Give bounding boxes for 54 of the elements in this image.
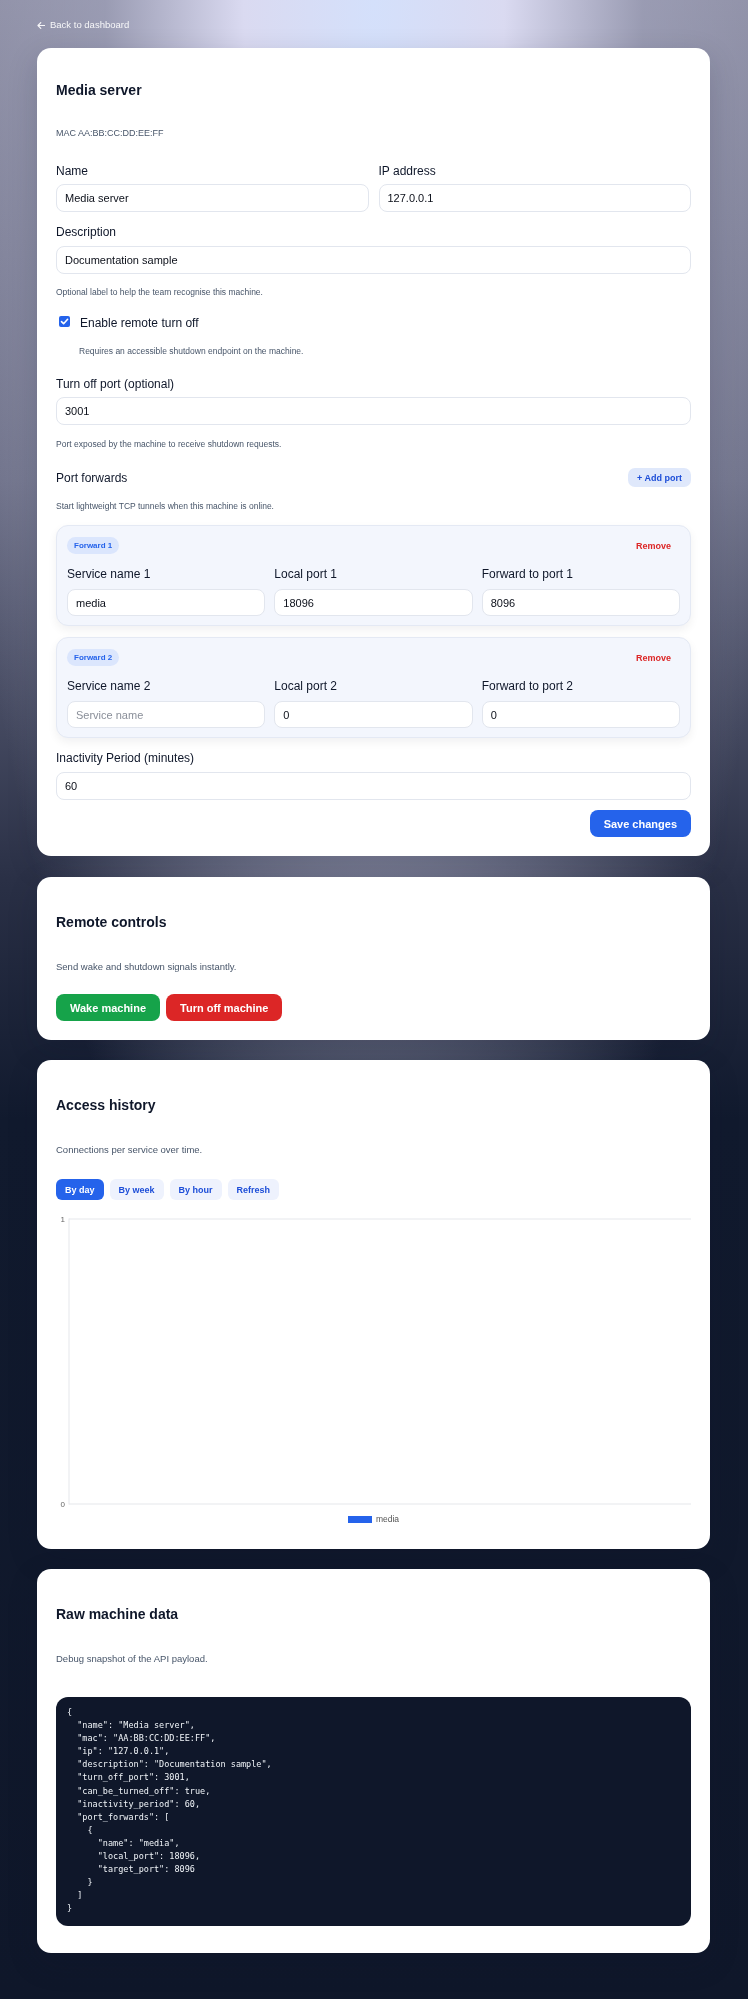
field-hint: Port exposed by the machine to receive shutdown requests. (56, 438, 282, 450)
field-label: Service name 2 (67, 678, 151, 694)
field-label: Name (56, 163, 88, 179)
field-label: Local port 2 (274, 678, 338, 694)
text-field[interactable]: Media server (56, 184, 369, 212)
text-field[interactable]: Documentation sample (56, 246, 691, 274)
action-button[interactable]: Wake machine (56, 994, 160, 1021)
card-title: Access history (56, 1096, 156, 1115)
field-label: Forward to port 2 (481, 678, 574, 694)
action-button[interactable]: Turn off machine (166, 994, 283, 1021)
section-title: Port forwards (56, 469, 128, 486)
view-tab[interactable]: By day (56, 1179, 104, 1200)
save-button[interactable]: Save changes (589, 810, 691, 837)
text-field[interactable]: 18096 (274, 589, 473, 616)
remove-button[interactable]: Remove (636, 651, 671, 664)
text-field[interactable]: 0 (274, 701, 473, 728)
field-label: Description (56, 224, 117, 240)
field-label: Turn off port (optional) (56, 376, 175, 392)
checkbox-label: Enable remote turn off (80, 315, 199, 331)
text-field[interactable]: 60 (56, 772, 691, 800)
text-field[interactable]: media (67, 589, 266, 616)
text-field[interactable]: 3001 (56, 397, 691, 425)
remove-button[interactable]: Remove (636, 539, 671, 552)
field-label: IP address (378, 163, 436, 179)
checkbox[interactable] (59, 315, 70, 327)
field-hint: Optional label to help the team recognise this machine. (56, 286, 263, 298)
y-tick-label: 1 (60, 1215, 65, 1224)
field-label: Forward to port 1 (481, 566, 574, 582)
text-field[interactable]: Service name (67, 701, 266, 728)
text-field[interactable]: 127.0.0.1 (378, 184, 691, 212)
text-field[interactable]: 0 (481, 701, 680, 728)
field-label: Service name 1 (67, 566, 151, 582)
legend-label: media (375, 1513, 400, 1526)
code-block: { "name": "Media server", "mac": "AA:BB:CC:DD:EE:FF", "ip": "127.0.0.1", "description": "Documentation sample", "turn_off_port": 3001, "can_be_turned_off": true, "inactivity_period": 60, "port_forwards": [ { "name": "media", "local_port": 18096, "target_port": 8096 } ] } (56, 1697, 691, 1926)
view-tab[interactable]: By week (109, 1179, 164, 1200)
card-title: Raw machine data (56, 1605, 179, 1624)
card-subtitle: Connections per service over time. (56, 1143, 203, 1157)
refresh-button[interactable]: Refresh (227, 1179, 280, 1200)
forward-badge: Forward 1 (67, 537, 120, 554)
mac-address: MAC AA:BB:CC:DD:EE:FF (56, 127, 164, 140)
view-tab[interactable]: By hour (169, 1179, 222, 1200)
field-label: Inactivity Period (minutes) (56, 750, 195, 766)
add-port-button[interactable]: + Add port (628, 468, 691, 487)
forward-badge: Forward 2 (67, 649, 120, 666)
field-hint: Requires an accessible shutdown endpoint on the machine. (79, 345, 304, 357)
field-hint: Start lightweight TCP tunnels when this machine is online. (56, 500, 274, 512)
field-label: Local port 1 (274, 566, 338, 582)
card-subtitle: Send wake and shutdown signals instantly. (56, 960, 237, 974)
y-tick-label: 0 (60, 1500, 65, 1509)
card-title: Media server (56, 81, 142, 100)
arrow-left-icon (37, 21, 45, 29)
card-title: Remote controls (56, 913, 167, 932)
card-subtitle: Debug snapshot of the API payload. (56, 1652, 208, 1666)
text-field[interactable]: 8096 (481, 589, 680, 616)
